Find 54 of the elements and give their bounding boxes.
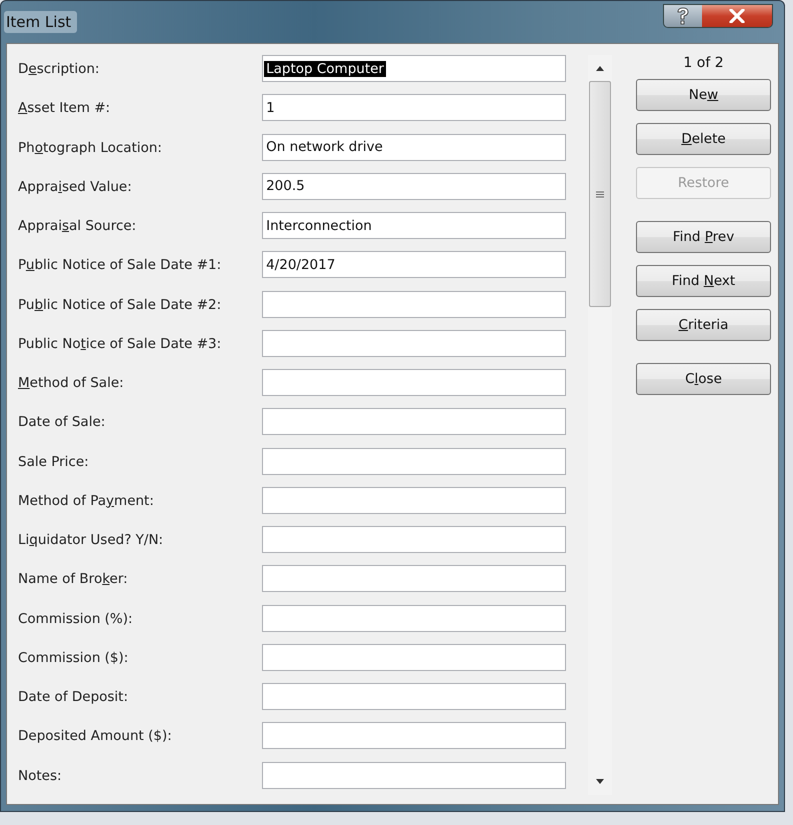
record-counter: 1 of 2 — [683, 55, 724, 71]
help-button[interactable] — [664, 5, 702, 27]
form-button[interactable]: Close — [636, 363, 771, 395]
input-field[interactable]: 4/20/2017 — [262, 251, 566, 278]
input-field[interactable] — [262, 565, 566, 592]
scroll-down-icon[interactable] — [595, 779, 605, 785]
field-label: Commission ($): — [18, 648, 130, 666]
input-field[interactable] — [262, 526, 566, 553]
input-field[interactable] — [262, 683, 566, 710]
input-field[interactable] — [262, 486, 566, 514]
input-field[interactable]: 200.5 — [262, 172, 566, 200]
grip-icon — [596, 190, 604, 198]
field-label: Public Notice of Sale Date #1: — [18, 256, 222, 274]
field-label: Method of Payment: — [18, 492, 155, 509]
field-label: Notes: — [18, 766, 63, 784]
field-label: Asset Item #: — [18, 99, 112, 116]
input-field[interactable] — [262, 408, 566, 436]
field-label: Public Notice of Sale Date #2: — [18, 296, 222, 312]
input-field[interactable] — [262, 762, 566, 788]
input-field[interactable] — [262, 448, 566, 474]
input-field[interactable] — [262, 330, 566, 357]
input-field[interactable]: 1 — [262, 94, 566, 122]
close-button[interactable] — [702, 5, 772, 27]
field-label: Method of Sale: — [18, 374, 125, 391]
help-icon — [676, 7, 690, 25]
form-button[interactable]: Delete — [636, 123, 771, 155]
input-field[interactable] — [262, 604, 566, 632]
input-field[interactable]: Laptop Computer — [262, 55, 566, 82]
field-label: Description: — [18, 60, 100, 77]
form-button[interactable]: Find Prev — [636, 221, 771, 253]
input-field[interactable]: Interconnection — [262, 212, 566, 239]
input-field[interactable] — [262, 722, 566, 750]
field-label: Liquidator Used? Y/N: — [18, 531, 164, 548]
scroll-up-icon[interactable] — [595, 65, 605, 71]
field-label: Date of Sale: — [18, 413, 106, 430]
field-label: Name of Broker: — [18, 570, 129, 588]
form-button[interactable]: Criteria — [636, 309, 771, 341]
field-label: Date of Deposit: — [18, 688, 130, 705]
field-label: Sale Price: — [18, 452, 90, 470]
field-label: Photograph Location: — [18, 138, 163, 156]
field-label: Deposited Amount ($): — [18, 727, 173, 744]
window-title: Item List — [4, 11, 78, 33]
field-label: Appraised Value: — [18, 178, 133, 195]
field-label: Appraisal Source: — [18, 217, 138, 234]
field-label: Public Notice of Sale Date #3: — [18, 334, 222, 352]
form-button[interactable]: New — [636, 79, 771, 111]
form-button[interactable]: Find Next — [636, 265, 771, 297]
input-field[interactable] — [262, 369, 566, 396]
input-field[interactable] — [262, 290, 566, 318]
scroll-thumb[interactable] — [589, 81, 611, 307]
close-icon — [729, 9, 745, 23]
input-field[interactable]: On network drive — [262, 134, 566, 160]
field-label: Commission (%): — [18, 610, 134, 626]
input-field[interactable] — [262, 644, 566, 671]
